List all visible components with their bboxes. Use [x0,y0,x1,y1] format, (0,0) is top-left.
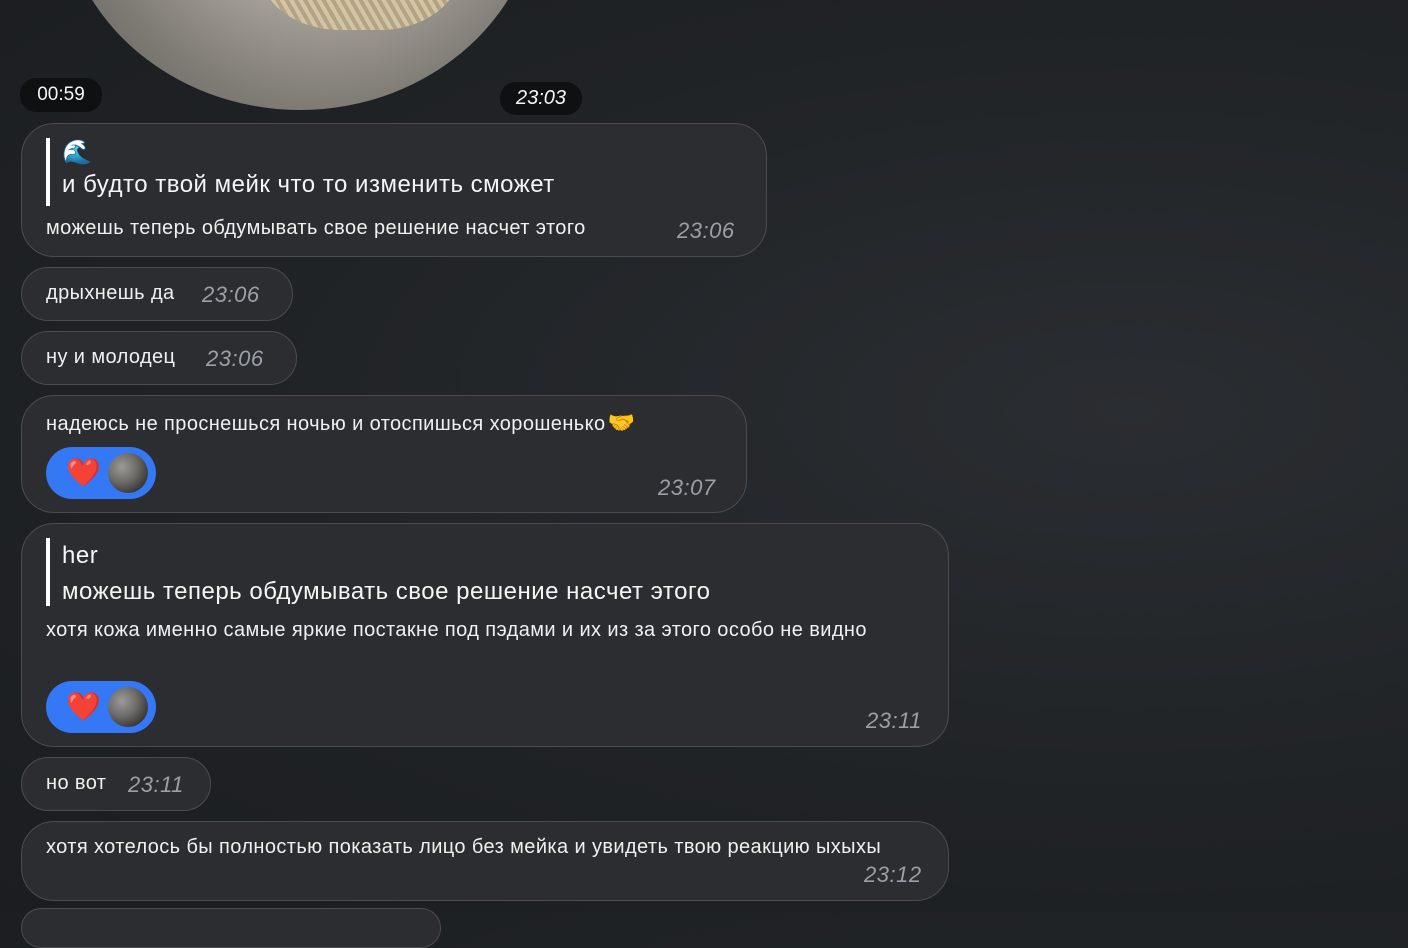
message-bubble[interactable]: но вот 23:11 [21,757,211,811]
heart-reaction-icon: ❤️ [66,691,101,722]
message-text: можешь теперь обдумывать свое решение на… [46,217,586,239]
message-bubble-partial[interactable] [21,908,441,948]
reactor-avatar [108,687,148,727]
quote-emoji: 🌊 [62,139,92,166]
quote-author: her [62,542,99,569]
message-text: но вот [46,772,107,794]
message-time: 23:06 [206,346,264,371]
video-frame-content [260,0,460,30]
message-bubble[interactable]: надеюсь не проснешься ночью и отоспишься… [21,395,747,513]
reply-quote[interactable]: her можешь теперь обдумывать свое решени… [46,538,711,606]
heart-reaction-icon: ❤️ [66,457,101,488]
message-bubble[interactable]: дрыхнешь да 23:06 [21,267,293,321]
message-bubble[interactable]: 🌊 и будто твой мейк что то изменить смож… [21,123,767,257]
message-text: хотя хотелось бы полностью показать лицо… [46,836,882,858]
message-text: надеюсь не проснешься ночью и отоспишься… [46,410,635,436]
handshake-emoji: 🤝 [607,410,636,435]
message-text: хотя кожа именно самые яркие постакне по… [46,619,867,641]
message-time: 23:06 [677,218,735,243]
message-text-content: надеюсь не проснешься ночью и отоспишься… [46,413,606,435]
reaction-chip[interactable]: ❤️ [46,681,156,733]
message-time: 23:11 [866,708,922,733]
video-time-badge: 23:03 [500,82,582,115]
reactor-avatar [108,453,148,493]
video-duration-badge: 00:59 [20,78,102,112]
quote-text: и будто твой мейк что то изменить сможет [62,171,555,198]
message-text: дрыхнешь да [46,282,175,304]
reply-quote[interactable]: 🌊 и будто твой мейк что то изменить смож… [46,138,555,206]
message-bubble[interactable]: хотя хотелось бы полностью показать лицо… [21,821,949,901]
reaction-chip[interactable]: ❤️ [46,447,156,499]
video-note[interactable] [60,0,540,110]
message-time: 23:11 [128,772,184,797]
message-text: ну и молодец [46,346,176,368]
message-bubble[interactable]: ну и молодец 23:06 [21,331,297,385]
message-time: 23:07 [658,475,716,500]
quote-text: можешь теперь обдумывать свое решение на… [62,578,711,605]
message-time: 23:06 [202,282,260,307]
message-time: 23:12 [864,862,922,887]
message-bubble[interactable]: her можешь теперь обдумывать свое решени… [21,523,949,747]
